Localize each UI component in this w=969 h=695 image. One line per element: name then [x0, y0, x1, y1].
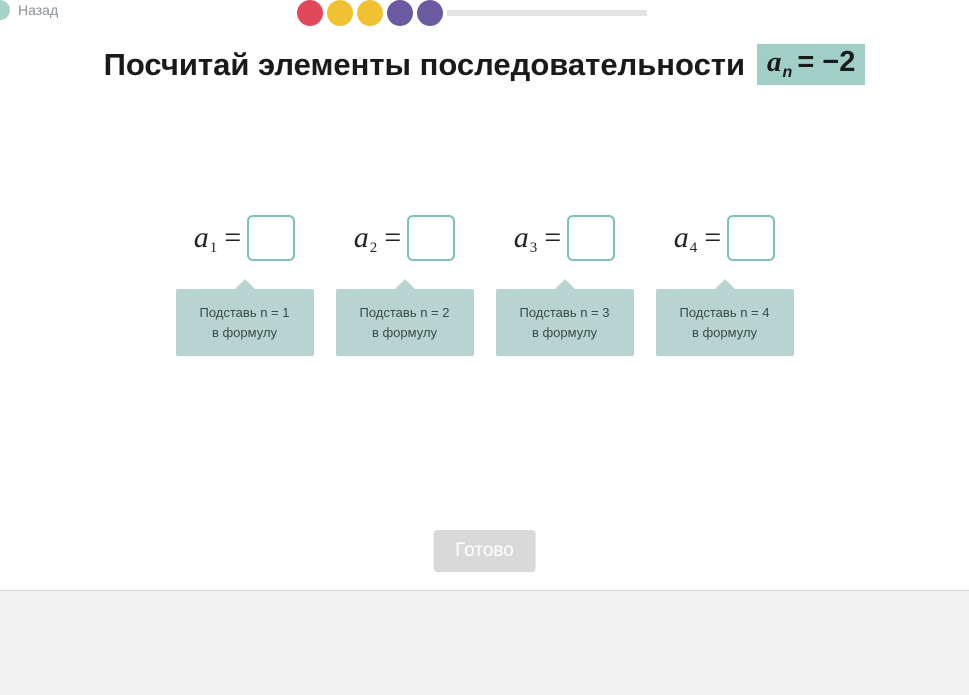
back-pill-icon[interactable]: [0, 0, 10, 20]
sequence-item-2: a2 = Подставь n = 2 в формулу: [335, 215, 475, 356]
answer-input-1[interactable]: [247, 215, 295, 261]
expr-sub: 4: [690, 240, 698, 257]
done-button[interactable]: Готово: [433, 530, 536, 572]
hint-2: Подставь n = 2 в формулу: [336, 289, 474, 356]
progress-bar: [447, 10, 647, 16]
expr-var: a: [514, 221, 529, 255]
progress-dots: [297, 0, 443, 26]
expr-sub: 1: [210, 240, 218, 257]
progress-dot-2: [327, 0, 353, 26]
hint-line2: в формулу: [184, 323, 306, 343]
expr-eq: =: [224, 221, 241, 255]
hint-line1: Подставь n = 4: [664, 303, 786, 323]
answer-input-3[interactable]: [567, 215, 615, 261]
items-row: a1= Подставь n = 1 в формулу a2= Подстав…: [0, 215, 969, 356]
hint-line2: в формулу: [664, 323, 786, 343]
answer-input-2[interactable]: [407, 215, 455, 261]
sequence-item-1: a1 = Подставь n = 1 в формулу: [175, 215, 315, 356]
progress-dot-1: [297, 0, 323, 26]
progress-dot-5: [417, 0, 443, 26]
expr-2: a2 =: [354, 215, 455, 261]
expr-1: a1 =: [194, 215, 295, 261]
hint-line1: Подставь n = 2: [344, 303, 466, 323]
expr-eq: =: [704, 221, 721, 255]
hint-1: Подставь n = 1 в формулу: [176, 289, 314, 356]
sequence-item-4: a4 = Подставь n = 4 в формулу: [655, 215, 795, 356]
progress-dot-4: [387, 0, 413, 26]
expr-3: a3 =: [514, 215, 615, 261]
top-bar: Назад: [0, 0, 969, 26]
back-button[interactable]: Назад: [18, 2, 58, 18]
hint-line2: в формулу: [504, 323, 626, 343]
expr-sub: 3: [530, 240, 538, 257]
formula-var: a: [767, 46, 782, 79]
expr-var: a: [194, 221, 209, 255]
answer-input-4[interactable]: [727, 215, 775, 261]
progress-dot-3: [357, 0, 383, 26]
formula-rest: = −2: [797, 46, 855, 79]
hint-line1: Подставь n = 1: [184, 303, 306, 323]
formula-sub: n: [783, 64, 793, 82]
title-row: Посчитай элементы последовательности an=…: [0, 44, 969, 85]
hint-3: Подставь n = 3 в формулу: [496, 289, 634, 356]
hint-line2: в формулу: [344, 323, 466, 343]
sequence-item-3: a3 = Подставь n = 3 в формулу: [495, 215, 635, 356]
expr-eq: =: [544, 221, 561, 255]
expr-4: a4 =: [674, 215, 775, 261]
page-title: Посчитай элементы последовательности: [104, 47, 745, 83]
expr-sub: 2: [370, 240, 378, 257]
expr-eq: =: [384, 221, 401, 255]
hint-4: Подставь n = 4 в формулу: [656, 289, 794, 356]
footer-area: [0, 591, 969, 695]
hint-line1: Подставь n = 3: [504, 303, 626, 323]
expr-var: a: [674, 221, 689, 255]
progress-area: [297, 0, 647, 26]
expr-var: a: [354, 221, 369, 255]
formula-badge: an= −2: [757, 44, 865, 85]
